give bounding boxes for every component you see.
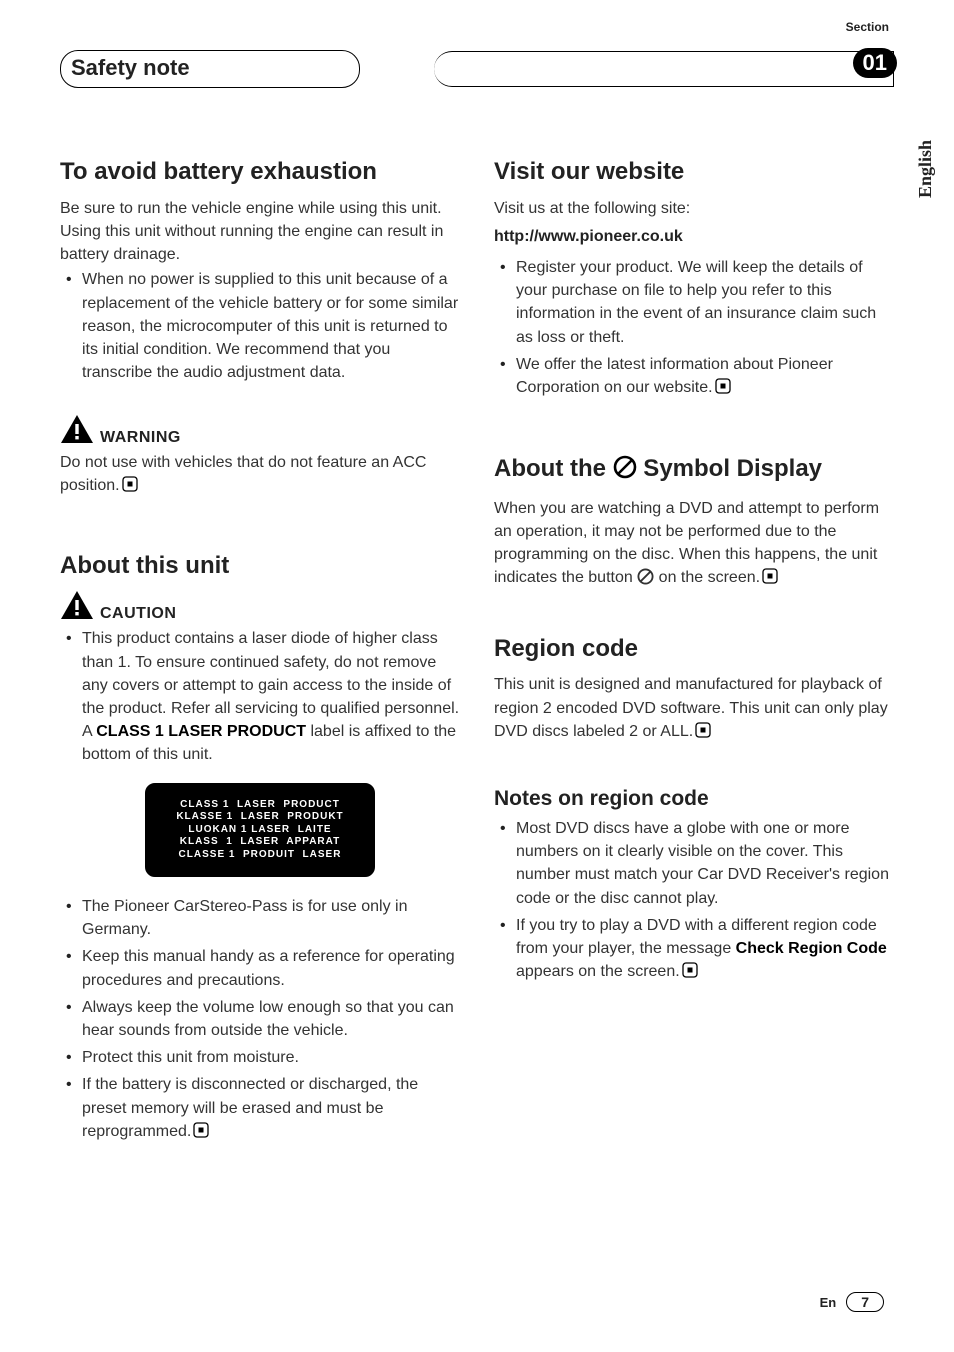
end-section-icon	[762, 568, 778, 591]
website-url: http://www.pioneer.co.uk	[494, 228, 894, 246]
laser-line: LUOKAN 1 LASER LAITE	[157, 824, 363, 837]
list-item: If you try to play a DVD with a differen…	[494, 914, 894, 986]
paragraph-warning: Do not use with vehicles that do not fea…	[60, 451, 460, 499]
paragraph-battery: Be sure to run the vehicle engine while …	[60, 197, 460, 267]
list-caution: This product contains a laser diode of h…	[60, 627, 460, 766]
end-section-icon	[193, 1122, 209, 1145]
list-item: Most DVD discs have a globe with one or …	[494, 817, 894, 910]
paragraph-symbol: When you are watching a DVD and attempt …	[494, 497, 894, 593]
section-tab: Section 01	[434, 51, 894, 87]
footer-page-number: 7	[846, 1292, 884, 1312]
paragraph-visit: Visit us at the following site:	[494, 197, 894, 220]
heading-symbol-display: About the Symbol Display	[494, 455, 894, 487]
list-item: This product contains a laser diode of h…	[60, 627, 460, 766]
list-item: Keep this manual handy as a reference fo…	[60, 945, 460, 991]
list-notes-region: Most DVD discs have a globe with one or …	[494, 817, 894, 985]
section-label: Section	[846, 20, 889, 34]
page-footer: En 7	[820, 1292, 884, 1312]
laser-line: KLASS 1 LASER APPARAT	[157, 836, 363, 849]
heading-battery: To avoid battery exhaustion	[60, 158, 460, 187]
prohibit-icon	[637, 568, 654, 592]
heading-visit: Visit our website	[494, 158, 894, 187]
list-battery: When no power is supplied to this unit b…	[60, 268, 460, 384]
laser-line: CLASS 1 LASER PRODUCT	[157, 799, 363, 812]
laser-line: KLASSE 1 LASER PRODUKT	[157, 811, 363, 824]
caution-row: CAUTION	[60, 590, 460, 625]
page-header: Safety note Section 01	[60, 50, 894, 88]
list-item: If the battery is disconnected or discha…	[60, 1073, 460, 1145]
heading-notes-region: Notes on region code	[494, 787, 894, 811]
warning-label: WARNING	[100, 429, 181, 449]
heading-region-code: Region code	[494, 635, 894, 664]
caution-label: CAUTION	[100, 605, 176, 625]
footer-language: En	[820, 1295, 837, 1310]
end-section-icon	[682, 962, 698, 985]
list-item: Protect this unit from moisture.	[60, 1046, 460, 1069]
paragraph-region: This unit is designed and manufactured f…	[494, 673, 894, 745]
list-general: The Pioneer CarStereo-Pass is for use on…	[60, 895, 460, 1145]
list-item: Register your product. We will keep the …	[494, 256, 894, 349]
prohibit-icon	[613, 455, 637, 487]
language-tab: English	[915, 140, 936, 198]
end-section-icon	[695, 722, 711, 745]
list-item: Always keep the volume low enough so tha…	[60, 996, 460, 1042]
warning-row: WARNING	[60, 414, 460, 449]
end-section-icon	[715, 378, 731, 401]
list-item: The Pioneer CarStereo-Pass is for use on…	[60, 895, 460, 941]
list-visit: Register your product. We will keep the …	[494, 256, 894, 401]
list-item: We offer the latest information about Pi…	[494, 353, 894, 401]
safety-note-title: Safety note	[71, 55, 190, 80]
warning-triangle-icon	[60, 590, 94, 625]
heading-about-unit: About this unit	[60, 552, 460, 581]
safety-note-tab: Safety note	[60, 50, 360, 88]
warning-triangle-icon	[60, 414, 94, 449]
section-tab-wrap: Section 01	[374, 51, 894, 87]
manual-page: Safety note Section 01 English To avoid …	[0, 0, 954, 1352]
end-section-icon	[122, 476, 138, 499]
content-columns: To avoid battery exhaustion Be sure to r…	[60, 158, 894, 1149]
laser-product-label: CLASS 1 LASER PRODUCT KLASSE 1 LASER PRO…	[145, 783, 375, 878]
right-column: Visit our website Visit us at the follow…	[494, 158, 894, 1149]
laser-line: CLASSE 1 PRODUIT LASER	[157, 849, 363, 862]
section-number: 01	[853, 48, 897, 78]
left-column: To avoid battery exhaustion Be sure to r…	[60, 158, 460, 1149]
list-item: When no power is supplied to this unit b…	[60, 268, 460, 384]
